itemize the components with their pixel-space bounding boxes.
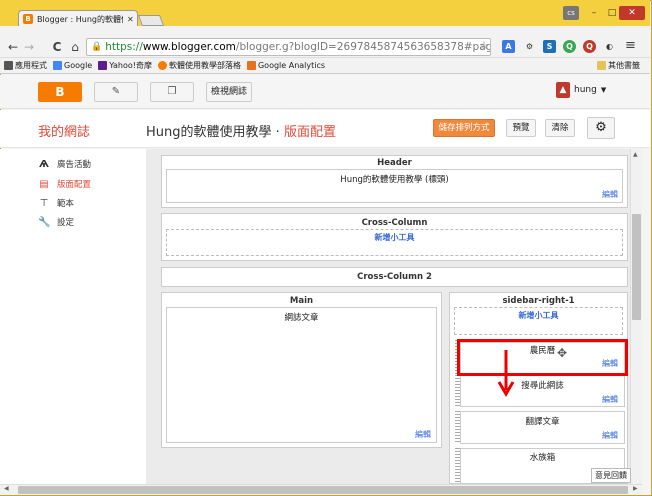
blogger-logo[interactable]: B xyxy=(38,82,82,102)
sidebar-item-label: 範本 xyxy=(57,199,75,209)
analytics-icon xyxy=(246,61,256,70)
scroll-right-icon[interactable]: ▶ xyxy=(633,485,638,492)
sidebar-item-campaigns[interactable]: Ѧ 廣告活動 xyxy=(38,158,92,171)
pencil-icon: ✎ xyxy=(111,86,121,97)
close-window-button[interactable]: ✕ xyxy=(619,6,645,20)
down-arrow-icon xyxy=(497,350,515,397)
layout-icon: ▤ xyxy=(39,178,49,190)
section-title: Header xyxy=(377,158,412,168)
chevron-down-icon: ▼ xyxy=(600,86,607,94)
sidebar-item-template[interactable]: ⊤ 範本 xyxy=(38,197,75,210)
tab-title: Blogger : Hung的軟體使 xyxy=(37,14,123,24)
view-blog-button[interactable]: 檢視網誌 xyxy=(206,82,252,102)
vertical-scroll-thumb[interactable] xyxy=(632,214,641,320)
avatar: ▲ xyxy=(556,82,570,98)
user-name: hung xyxy=(574,85,597,95)
section-title: sidebar-right-1 xyxy=(502,296,575,306)
yahoo-icon xyxy=(98,61,108,70)
lock-icon: 🔒 xyxy=(91,42,103,52)
url-scheme: https:// xyxy=(105,41,143,53)
edit-link[interactable]: 編輯 xyxy=(602,394,618,405)
back-button[interactable]: ← xyxy=(6,39,20,55)
bookmark-yahoo[interactable]: Yahoo!奇摩 xyxy=(98,60,152,71)
reload-button[interactable]: C xyxy=(50,39,64,55)
blog-posts-gadget[interactable] xyxy=(166,307,437,443)
blog-icon xyxy=(157,61,167,70)
add-gadget-link[interactable]: 新增小工具 xyxy=(454,310,623,321)
tab-close-icon[interactable]: ✕ xyxy=(127,15,137,24)
gadget-label: 翻譯文章 xyxy=(525,417,560,427)
settings-gear-button[interactable]: ⚙ xyxy=(587,117,615,139)
red-extension-icon[interactable]: Q xyxy=(583,40,596,53)
edit-link[interactable]: 編輯 xyxy=(602,430,618,441)
posts-list-button[interactable]: ❐ xyxy=(150,82,194,102)
title-separator: · xyxy=(275,125,280,140)
sidebar-item-label: 設定 xyxy=(57,218,75,228)
sidebar-item-label: 廣告活動 xyxy=(57,160,92,170)
page-name: 版面配置 xyxy=(283,125,336,140)
user-menu[interactable]: ▲ hung ▼ xyxy=(556,82,606,98)
url-path: /blogger.g?blogID=2697845874563658378#pa… xyxy=(235,41,490,53)
clear-button[interactable]: 清除 xyxy=(545,119,575,137)
section-title: Cross-Column xyxy=(361,218,428,228)
minimize-button[interactable]: – xyxy=(585,6,603,20)
bookmark-apps[interactable]: 應用程式 xyxy=(4,60,47,71)
section-title: Main xyxy=(289,296,314,306)
bookmark-google[interactable]: Google xyxy=(53,61,92,70)
page-title: Hung的軟體使用教學 · 版面配置 xyxy=(146,121,336,140)
bookmark-analytics[interactable]: Google Analytics xyxy=(246,61,325,70)
home-button[interactable]: ⌂ xyxy=(68,39,82,55)
campaign-icon: Ѧ xyxy=(39,158,49,170)
save-arrangement-button[interactable]: 儲存排列方式 xyxy=(433,119,495,137)
globe-extension-icon[interactable]: ◐ xyxy=(603,40,616,53)
add-gadget-link[interactable]: 新增小工具 xyxy=(166,232,623,243)
blog-name: Hung的軟體使用教學 xyxy=(146,125,272,140)
gadget-label: 搜尋此網誌 xyxy=(521,381,564,391)
gadget-label: Hung的軟體使用教學 (標頭) xyxy=(340,175,449,185)
bookmark-blog[interactable]: 軟體使用教學部落格 xyxy=(157,60,241,71)
gadget-label: 網誌文章 xyxy=(284,313,319,323)
drag-highlight-box xyxy=(457,339,628,376)
new-post-button[interactable]: ✎ xyxy=(94,82,138,102)
translate-extension-icon[interactable]: A xyxy=(502,40,515,53)
blogger-favicon-icon: B xyxy=(23,14,33,24)
browser-tab[interactable]: B Blogger : Hung的軟體使 ✕ xyxy=(18,10,138,27)
horizontal-scroll-thumb[interactable] xyxy=(18,486,628,494)
wrench-extension-icon[interactable]: ⚙ xyxy=(523,40,536,53)
feedback-button[interactable]: 意見回饋 xyxy=(591,468,631,483)
other-bookmarks[interactable]: 其他書籤 xyxy=(597,60,650,71)
s-extension-icon[interactable]: S xyxy=(543,40,556,53)
scroll-left-icon[interactable]: ◀ xyxy=(4,485,9,492)
menu-icon[interactable]: ≡ xyxy=(625,38,636,53)
gear-icon: ⚙ xyxy=(595,120,607,135)
sidebar-item-label: 版面配置 xyxy=(57,180,92,190)
address-bar[interactable]: 🔒 https://www.blogger.com/blogger.g?blog… xyxy=(86,38,491,56)
apps-grid-icon xyxy=(4,61,13,70)
edit-link[interactable]: 編輯 xyxy=(415,429,431,440)
profile-badge[interactable]: cs xyxy=(563,6,579,20)
template-icon: ⊤ xyxy=(39,197,49,209)
folder-icon xyxy=(597,61,606,70)
google-icon xyxy=(53,61,62,70)
forward-button[interactable]: → xyxy=(22,39,36,55)
sidebar-item-layout[interactable]: ▤ 版面配置 xyxy=(38,178,92,191)
green-extension-icon[interactable]: Q xyxy=(563,40,576,53)
pages-icon: ❐ xyxy=(167,86,177,97)
gadget-label: 水族箱 xyxy=(529,453,556,463)
sidebar-item-settings[interactable]: 🔧 設定 xyxy=(38,216,75,229)
section-title: Cross-Column 2 xyxy=(357,272,432,282)
url-host: www.blogger.com xyxy=(142,41,236,53)
preview-button[interactable]: 預覽 xyxy=(506,119,536,137)
bookmark-star-icon[interactable]: ☆ xyxy=(479,39,489,52)
new-tab-button[interactable] xyxy=(137,15,165,26)
my-blog-link[interactable]: 我的網誌 xyxy=(38,121,90,140)
bookmarks-bar: 應用程式 Google Yahoo!奇摩 軟體使用教學部落格 Google An… xyxy=(0,58,650,74)
scroll-up-icon[interactable]: ▲ xyxy=(633,151,638,158)
edit-link[interactable]: 編輯 xyxy=(602,189,618,200)
wrench-icon: 🔧 xyxy=(38,216,51,228)
